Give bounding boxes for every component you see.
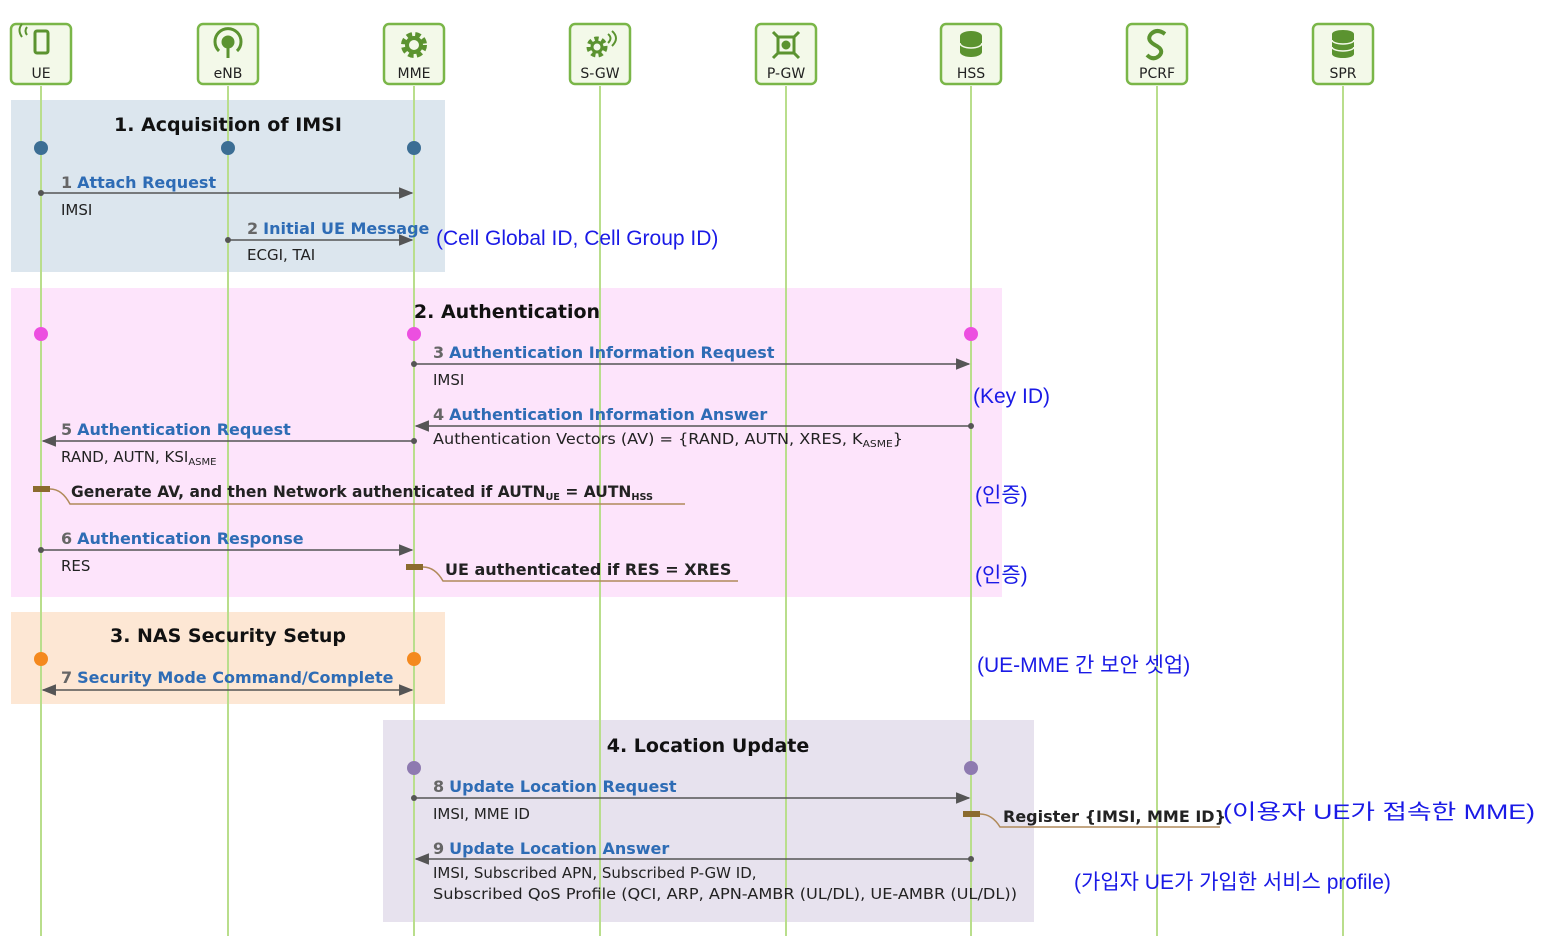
message-6-label: 6 Authentication Response [61, 529, 304, 548]
database-icon [959, 31, 983, 57]
entity-label: PCRF [1139, 66, 1175, 82]
entity-label: SPR [1329, 66, 1356, 82]
arrow-4-start [968, 423, 974, 429]
arrow-8-start [411, 795, 417, 801]
message-6-params: RES [61, 557, 90, 575]
note-attached-mme: (이용자 UE가 접속한 MME) [1223, 801, 1535, 824]
message-4-label: 4 Authentication Information Answer [433, 405, 767, 424]
phase-2-dot-mme [407, 327, 421, 341]
phase-2-dot-hss [964, 327, 978, 341]
database-stack-icon [1331, 30, 1355, 58]
process-1-marker [33, 486, 50, 492]
phase-4-title: 4. Location Update [607, 735, 810, 757]
entity-sgw: S-GW [568, 22, 632, 86]
entity-label: P-GW [767, 66, 806, 82]
message-9-params-line2: Subscribed QoS Profile (QCI, ARP, APN-AM… [433, 885, 1017, 903]
phase-1-dot-mme [407, 141, 421, 155]
message-9-label: 9 Update Location Answer [433, 839, 669, 858]
phase-3-dot-mme [407, 652, 421, 666]
phase-1-title: 1. Acquisition of IMSI [114, 114, 342, 136]
arrow-3-start [411, 361, 417, 367]
message-4-params: Authentication Vectors (AV) = {RAND, AUT… [433, 430, 903, 450]
entity-hss: HSS [939, 22, 1003, 86]
note-cell-global-id: (Cell Global ID, Cell Group ID) [436, 227, 718, 250]
message-8-label: 8 Update Location Request [433, 777, 677, 796]
entity-label: MME [397, 66, 430, 82]
message-2-label: 2 Initial UE Message [247, 219, 430, 238]
phase-2-title: 2. Authentication [414, 301, 600, 323]
phase-1-dot-enb [221, 141, 235, 155]
message-1-params: IMSI [61, 201, 92, 219]
entity-pcrf: PCRF [1125, 22, 1189, 86]
phase-4-dot-mme [407, 761, 421, 775]
arrow-9-start [968, 856, 974, 862]
note-authentication-2: (인증) [975, 564, 1028, 587]
process-2-marker [406, 564, 423, 570]
entity-ue: UE [9, 22, 73, 86]
entity-label: UE [31, 66, 50, 82]
note-subscribed-profile: (가입자 UE가 가입한 서비스 profile) [1074, 871, 1391, 894]
arrow-2-start [225, 237, 231, 243]
message-7-label: 7 Security Mode Command/Complete [61, 668, 394, 687]
sequence-diagram: UE eNB MME S-GW P-GW HSS PCRF SPR 1. Acq… [9, 22, 1535, 936]
process-1-text: Generate AV, and then Network authentica… [71, 482, 653, 503]
note-authentication-1: (인증) [975, 484, 1028, 507]
phase-2-dot-ue [34, 327, 48, 341]
process-3-marker [963, 811, 980, 817]
entity-label: eNB [214, 66, 243, 82]
message-1-label: 1 Attach Request [61, 173, 216, 192]
message-8-params: IMSI, MME ID [433, 805, 530, 823]
phase-3-dot-ue [34, 652, 48, 666]
entity-label: S-GW [580, 66, 619, 82]
entity-pgw: P-GW [754, 22, 818, 86]
process-2-text: UE authenticated if RES = XRES [445, 560, 731, 579]
phase-1-dot-ue [34, 141, 48, 155]
entity-spr: SPR [1311, 22, 1375, 86]
message-3-label: 3 Authentication Information Request [433, 343, 775, 362]
gateway-icon [771, 30, 801, 60]
entity-label: HSS [957, 66, 985, 82]
arrow-5-start [411, 438, 417, 444]
arrow-1-start [38, 190, 44, 196]
phase-4-dot-hss [964, 761, 978, 775]
entity-mme: MME [382, 22, 446, 86]
note-key-id: (Key ID) [973, 385, 1050, 408]
entity-headers: UE eNB MME S-GW P-GW HSS PCRF SPR [9, 22, 1375, 86]
note-security-setup: (UE-MME 간 보안 셋업) [977, 654, 1190, 677]
message-2-params: ECGI, TAI [247, 246, 315, 264]
entity-enb: eNB [196, 22, 260, 86]
message-3-params: IMSI [433, 371, 464, 389]
arrow-6-start [38, 547, 44, 553]
message-5-label: 5 Authentication Request [61, 420, 291, 439]
message-9-params-line1: IMSI, Subscribed APN, Subscribed P-GW ID… [433, 864, 757, 882]
phase-3-title: 3. NAS Security Setup [110, 625, 346, 647]
process-3-text: Register {IMSI, MME ID} [1003, 807, 1226, 826]
